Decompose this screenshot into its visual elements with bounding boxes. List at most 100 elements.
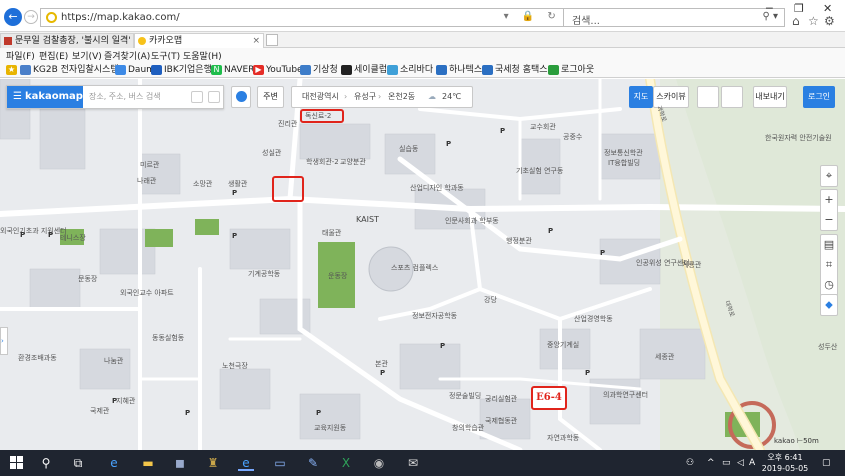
- map-label[interactable]: 진리관: [278, 120, 297, 128]
- map-label[interactable]: 중앙기계실: [547, 341, 579, 349]
- map-label[interactable]: 태울관: [322, 229, 341, 237]
- url-text[interactable]: https://map.kakao.com/: [61, 12, 180, 23]
- map-label[interactable]: 정보통신학관: [604, 149, 643, 157]
- radius-icon[interactable]: ◷: [821, 275, 837, 295]
- parking-icon[interactable]: P: [316, 409, 321, 417]
- menu-help[interactable]: 도움말(H): [183, 49, 222, 62]
- ime-icon[interactable]: A: [749, 458, 755, 468]
- tab-close-icon[interactable]: ×: [252, 34, 260, 48]
- nearby-button[interactable]: 주변: [257, 86, 284, 108]
- parking-icon[interactable]: P: [232, 189, 237, 197]
- map-label[interactable]: 행정분관: [506, 237, 532, 245]
- map-label[interactable]: 교수회관: [530, 123, 556, 131]
- fav-ibk[interactable]: IBK기업은행: [151, 64, 212, 77]
- parking-icon[interactable]: P: [548, 227, 553, 235]
- taskbar-clock[interactable]: 오후 6:41 2019-05-05: [760, 452, 810, 474]
- map-label[interactable]: 동동실험동: [152, 334, 184, 342]
- map-label[interactable]: 강당: [484, 296, 497, 304]
- map-label[interactable]: 생활관: [228, 180, 247, 188]
- map-label[interactable]: 교양분관: [340, 158, 366, 166]
- ie-icon[interactable]: e: [238, 456, 254, 471]
- hamburger-menu-icon[interactable]: ☰: [13, 91, 22, 102]
- map-canvas[interactable]: ☰ kakaomap 장소, 주소, 버스 검색 주변 대전광역시 › 유성구 ›…: [0, 79, 845, 450]
- map-label[interactable]: 의과학연구센터: [603, 391, 648, 399]
- parking-icon[interactable]: P: [48, 231, 53, 239]
- map-label[interactable]: 운동장: [328, 272, 347, 280]
- map-label[interactable]: 문동장: [78, 275, 97, 283]
- map-label[interactable]: 환경조배과동: [18, 354, 57, 362]
- windows-start-icon[interactable]: [10, 456, 24, 470]
- fav-naver[interactable]: N NAVER: [211, 64, 254, 77]
- map-label[interactable]: 국제관: [90, 407, 109, 415]
- menu-file[interactable]: 파일(F): [6, 49, 35, 62]
- favorites-star-icon[interactable]: ★: [6, 64, 18, 77]
- parking-icon[interactable]: P: [380, 369, 385, 377]
- edge-icon[interactable]: e: [106, 456, 122, 471]
- fav-soribada[interactable]: 소리바다: [387, 64, 433, 77]
- kakaomap-logo[interactable]: ☰ kakaomap: [7, 86, 83, 108]
- menu-view[interactable]: 보기(V): [72, 49, 102, 62]
- back-arrow-icon[interactable]: ←: [4, 8, 22, 26]
- zoom-out-icon[interactable]: −: [821, 210, 837, 230]
- fav-daum[interactable]: Daum: [115, 64, 155, 77]
- volume-icon[interactable]: ◁: [737, 458, 744, 468]
- skyview-button[interactable]: 스카이뷰: [653, 86, 689, 108]
- route-pin-button[interactable]: [231, 86, 251, 108]
- search-icon[interactable]: ⚲: [38, 456, 54, 471]
- share-button[interactable]: 내보내기: [753, 86, 787, 108]
- map-label[interactable]: 소망관: [193, 180, 212, 188]
- map-label[interactable]: 미르관: [140, 161, 159, 169]
- map-label[interactable]: 자연과학동: [547, 434, 579, 442]
- clear-icon[interactable]: [191, 91, 203, 103]
- map-label[interactable]: 세종관: [655, 353, 674, 361]
- roadview-pin-icon[interactable]: [697, 86, 719, 108]
- map-label[interactable]: 본관: [375, 360, 388, 368]
- login-button[interactable]: 로그인: [803, 86, 835, 108]
- map-type-button[interactable]: 지도: [629, 86, 653, 108]
- store-icon[interactable]: ◼: [172, 456, 188, 471]
- ruler-icon[interactable]: ▤: [821, 235, 837, 255]
- map-label[interactable]: 국제협동관: [485, 417, 517, 425]
- area-icon[interactable]: ⌗: [821, 255, 837, 275]
- map-label[interactable]: 궁리실험관: [485, 395, 517, 403]
- place-pin-icon[interactable]: ⬥: [821, 295, 837, 315]
- crosshair-icon[interactable]: ⌖: [821, 166, 837, 186]
- menu-edit[interactable]: 편집(E): [39, 49, 68, 62]
- map-label[interactable]: 기계공학동: [248, 270, 280, 278]
- browser-search-field[interactable]: 검색... ⚲ ▾: [563, 8, 785, 27]
- fav-logout[interactable]: 로그아웃: [548, 64, 594, 77]
- parking-icon[interactable]: P: [185, 409, 190, 417]
- kaist-label[interactable]: KAIST: [356, 216, 379, 224]
- fav-hometax[interactable]: 국세청 홈택스: [482, 64, 548, 77]
- map-label[interactable]: 정문술빌딩: [449, 392, 481, 400]
- tab-kakaomap[interactable]: 카카오맵 ×: [134, 33, 264, 48]
- map-label[interactable]: 성실관: [262, 149, 281, 157]
- menu-favorites[interactable]: 즐겨찾기(A): [104, 49, 150, 62]
- mail-icon[interactable]: ✉: [405, 456, 421, 471]
- map-label[interactable]: IT융합빌딩: [608, 159, 640, 167]
- people-icon[interactable]: ⚇: [686, 458, 694, 468]
- notepad-icon[interactable]: ▭: [272, 456, 288, 471]
- parking-icon[interactable]: P: [112, 397, 117, 405]
- map-label[interactable]: 인문사회과 학부동: [445, 217, 499, 225]
- minimize-icon[interactable]: ─: [766, 2, 773, 15]
- map-label[interactable]: 한국원자력 안전기술원: [765, 134, 832, 142]
- breadcrumb-city[interactable]: 대전광역시: [302, 87, 339, 107]
- zoom-in-icon[interactable]: +: [821, 190, 837, 210]
- task-view-icon[interactable]: ⧉: [70, 456, 86, 471]
- map-label[interactable]: 스포츠 컴플렉스: [391, 264, 438, 272]
- map-label[interactable]: 학생회관-2: [306, 158, 339, 166]
- checkbox-icon[interactable]: [208, 91, 220, 103]
- map-label[interactable]: 기초실험 연구동: [516, 167, 563, 175]
- tab-news[interactable]: 문무일 검찰총장, '불시의 일격': [0, 33, 134, 48]
- excel-icon[interactable]: X: [338, 456, 354, 471]
- map-label[interactable]: 지혜관: [116, 397, 135, 405]
- tray-chevron-icon[interactable]: ^: [707, 458, 715, 468]
- home-icon[interactable]: ⌂: [792, 14, 800, 28]
- favorite-place-control[interactable]: ⬥: [820, 294, 838, 316]
- paint-icon[interactable]: ✎: [305, 456, 321, 471]
- parking-icon[interactable]: P: [446, 140, 451, 148]
- map-label[interactable]: 노천극장: [222, 362, 248, 370]
- map-label[interactable]: 나래관: [137, 177, 156, 185]
- map-label[interactable]: 산업디자인 학과동: [410, 184, 464, 192]
